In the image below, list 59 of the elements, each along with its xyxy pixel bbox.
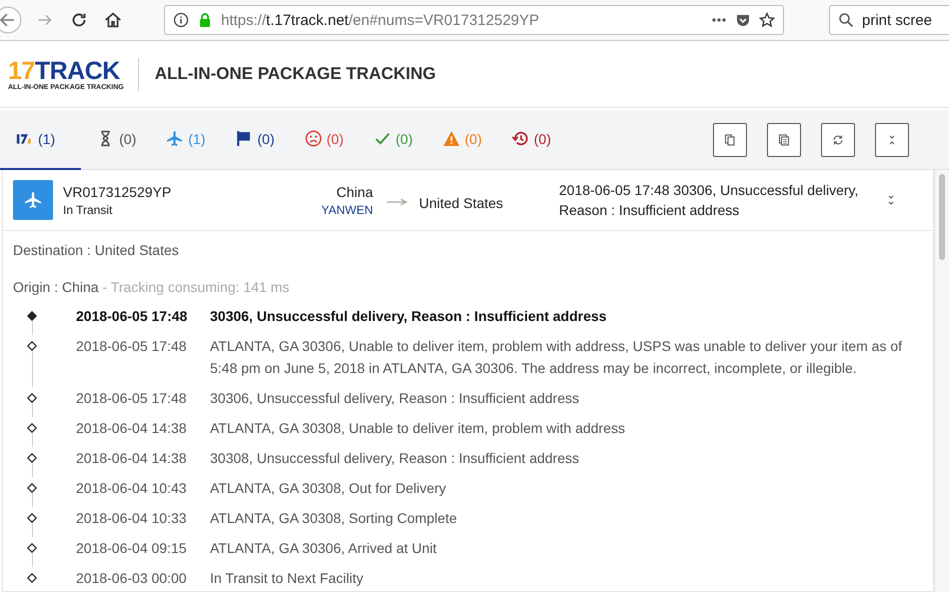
filter-tab[interactable]: (0) [219, 110, 288, 170]
event-description: 30308, Unsuccessful delivery, Reason : Insufficient address [210, 449, 580, 468]
event-time: 2018-06-04 09:15 [76, 539, 188, 558]
copy-list-icon [778, 134, 790, 146]
event-time: 2018-06-05 17:48 [76, 389, 188, 408]
address-bar[interactable]: https://t.17track.net/en#nums=VR017312529YP [164, 5, 784, 35]
event-description: ATLANTA, GA 30308, Out for Delivery [210, 479, 448, 498]
history-icon [512, 130, 529, 147]
back-icon[interactable] [0, 6, 22, 34]
origin-country: China [336, 184, 373, 200]
event-time: 2018-06-05 17:48 [76, 307, 188, 326]
latest-event: 2018-06-05 17:48 30306, Unsuccessful delivery, Reason : Insufficient address [559, 181, 860, 220]
check-icon [374, 130, 391, 147]
flag-icon [235, 130, 252, 147]
event-description: ATLANTA, GA 30308, Unable to deliver item, problem with address [210, 419, 626, 438]
toolbar-button[interactable] [713, 122, 747, 156]
search-field[interactable]: print scree [829, 5, 949, 35]
filter-tab[interactable]: (0) [288, 110, 358, 170]
toolbar-button[interactable] [875, 122, 909, 156]
package-summary[interactable]: VR017312529YP In Transit China YANWEN United States 2018-06-05 17:48 30306, Unsuccessful delivery, Reason : Insufficient address [3, 170, 933, 231]
package-status: In Transit [63, 202, 114, 216]
plane-icon [166, 130, 184, 147]
carrier-name: YANWEN [321, 202, 373, 216]
event-description: 30306, Unsuccessful delivery, Reason : Insufficient address [210, 307, 608, 326]
scrollbar[interactable] [934, 170, 949, 592]
tracking-number: VR017312529YP [63, 184, 172, 200]
event-description: In Transit to Next Facility [210, 569, 364, 588]
event-time: 2018-06-04 14:38 [76, 449, 188, 468]
warning-icon [442, 130, 460, 147]
event-time: 2018-06-04 14:38 [76, 419, 188, 438]
destination-text: Destination : United States [13, 241, 180, 260]
filter-tab[interactable]: (0) [496, 110, 565, 170]
event-description: 30306, Unsuccessful delivery, Reason : Insufficient address [210, 389, 580, 408]
timing-text: - Tracking consuming: 141 ms [102, 279, 290, 295]
toolbar-button[interactable] [767, 122, 801, 156]
plane-badge-icon [13, 180, 53, 220]
pocket-icon[interactable] [735, 12, 751, 28]
event-time: 2018-06-04 10:33 [76, 509, 188, 528]
event-time: 2018-06-03 00:00 [76, 569, 188, 588]
page-title: ALL-IN-ONE PACKAGE TRACKING [154, 64, 436, 84]
event-description: ATLANTA, GA 30306, Arrived at Unit [210, 539, 438, 558]
search-icon [838, 12, 854, 28]
arrow-icon [387, 198, 409, 206]
toolbar-button[interactable] [821, 122, 855, 156]
event-time: 2018-06-04 10:43 [76, 479, 188, 498]
event-description: ATLANTA, GA 30306, Unable to deliver item, problem with address, USPS was unable to deliver your item as of 5:48 pm on June 5, 2018 in ATLANTA, GA 30306. The address may be incorrect, incomplete, or illegible. [210, 337, 904, 378]
sad-face-icon [304, 130, 322, 147]
star-icon[interactable] [759, 12, 775, 28]
event-description: ATLANTA, GA 30308, Sorting Complete [210, 509, 458, 528]
origin-text: Origin : China [13, 279, 99, 295]
refresh-icon [832, 134, 844, 146]
filter-tab[interactable]: (1) [0, 110, 82, 170]
url-text: https://t.17track.net/en#nums=VR017312529YP [221, 12, 540, 28]
destination-country: United States [419, 195, 504, 211]
filter-tab[interactable]: (0) [81, 110, 150, 170]
copy-icon [724, 134, 736, 146]
lock-icon [197, 12, 213, 28]
info-icon [173, 12, 189, 28]
event-time: 2018-06-05 17:48 [76, 337, 188, 356]
